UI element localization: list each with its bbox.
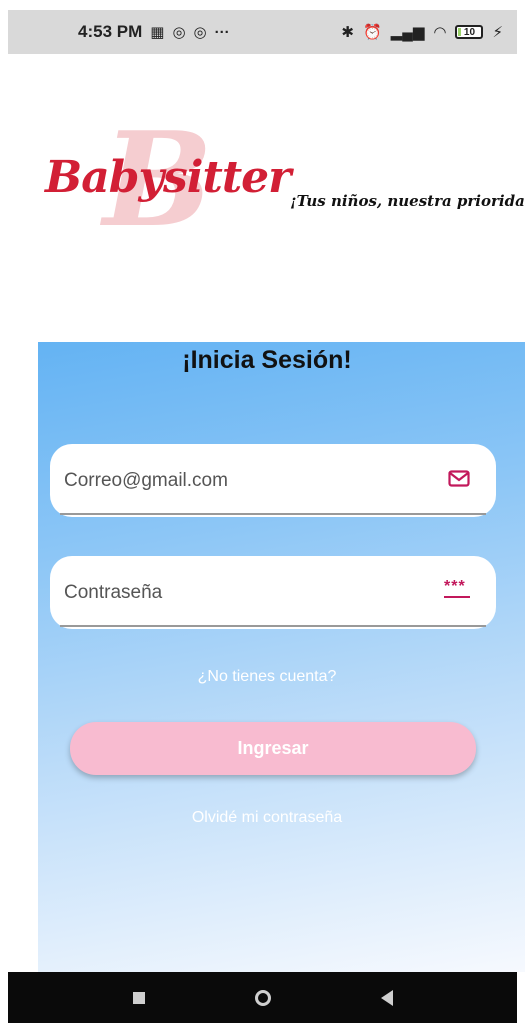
- back-button[interactable]: [380, 989, 393, 1006]
- wifi-icon: ◠: [433, 23, 447, 41]
- navigation-bar: [8, 972, 517, 1023]
- page-title: ¡Inicia Sesión!: [182, 346, 352, 374]
- status-bar: 4:53 PM ▦ ◎ ◎ ··· ✱ ⏰ ▂▄▆ ◠ 10 ⚡: [8, 10, 517, 54]
- status-right: ✱ ⏰ ▂▄▆ ◠ 10 ⚡: [341, 25, 503, 40]
- charging-icon: ⚡: [492, 23, 503, 41]
- logo-text: Babysitter: [45, 152, 291, 203]
- home-button[interactable]: [254, 989, 271, 1006]
- alarm-icon: ⏰: [362, 23, 382, 41]
- qr-icon: ▦: [150, 23, 165, 41]
- password-icon: ***: [444, 578, 470, 598]
- sync-icon: ◎: [193, 23, 207, 41]
- password-field[interactable]: [62, 572, 426, 614]
- recents-button[interactable]: [132, 991, 145, 1004]
- battery-level: 10: [463, 26, 476, 38]
- sync-icon: ◎: [172, 23, 186, 41]
- password-underline: [60, 625, 486, 627]
- signal-icon: ▂▄▆: [390, 23, 425, 41]
- email-field[interactable]: [62, 460, 426, 502]
- status-left: 4:53 PM ▦ ◎ ◎ ···: [78, 22, 230, 42]
- more-icon: ···: [214, 23, 230, 41]
- email-field-container: [50, 444, 496, 517]
- babysitter-logo: B Babysitter: [45, 110, 291, 245]
- tagline: ¡Tus niños, nuestra prioridad!: [290, 192, 525, 210]
- password-field-container: ***: [50, 556, 496, 629]
- mail-icon: [448, 470, 470, 487]
- no-account-link[interactable]: ¿No tienes cuenta?: [38, 668, 496, 686]
- login-panel: ¡Inicia Sesión! *** ¿No tienes cuenta? I…: [38, 342, 525, 972]
- email-underline: [60, 513, 486, 515]
- status-time: 4:53 PM: [78, 22, 143, 41]
- forgot-password-link[interactable]: Olvidé mi contraseña: [38, 809, 496, 827]
- login-button[interactable]: Ingresar: [70, 722, 476, 775]
- bluetooth-icon: ✱: [341, 23, 354, 41]
- battery-icon: 10: [455, 25, 484, 39]
